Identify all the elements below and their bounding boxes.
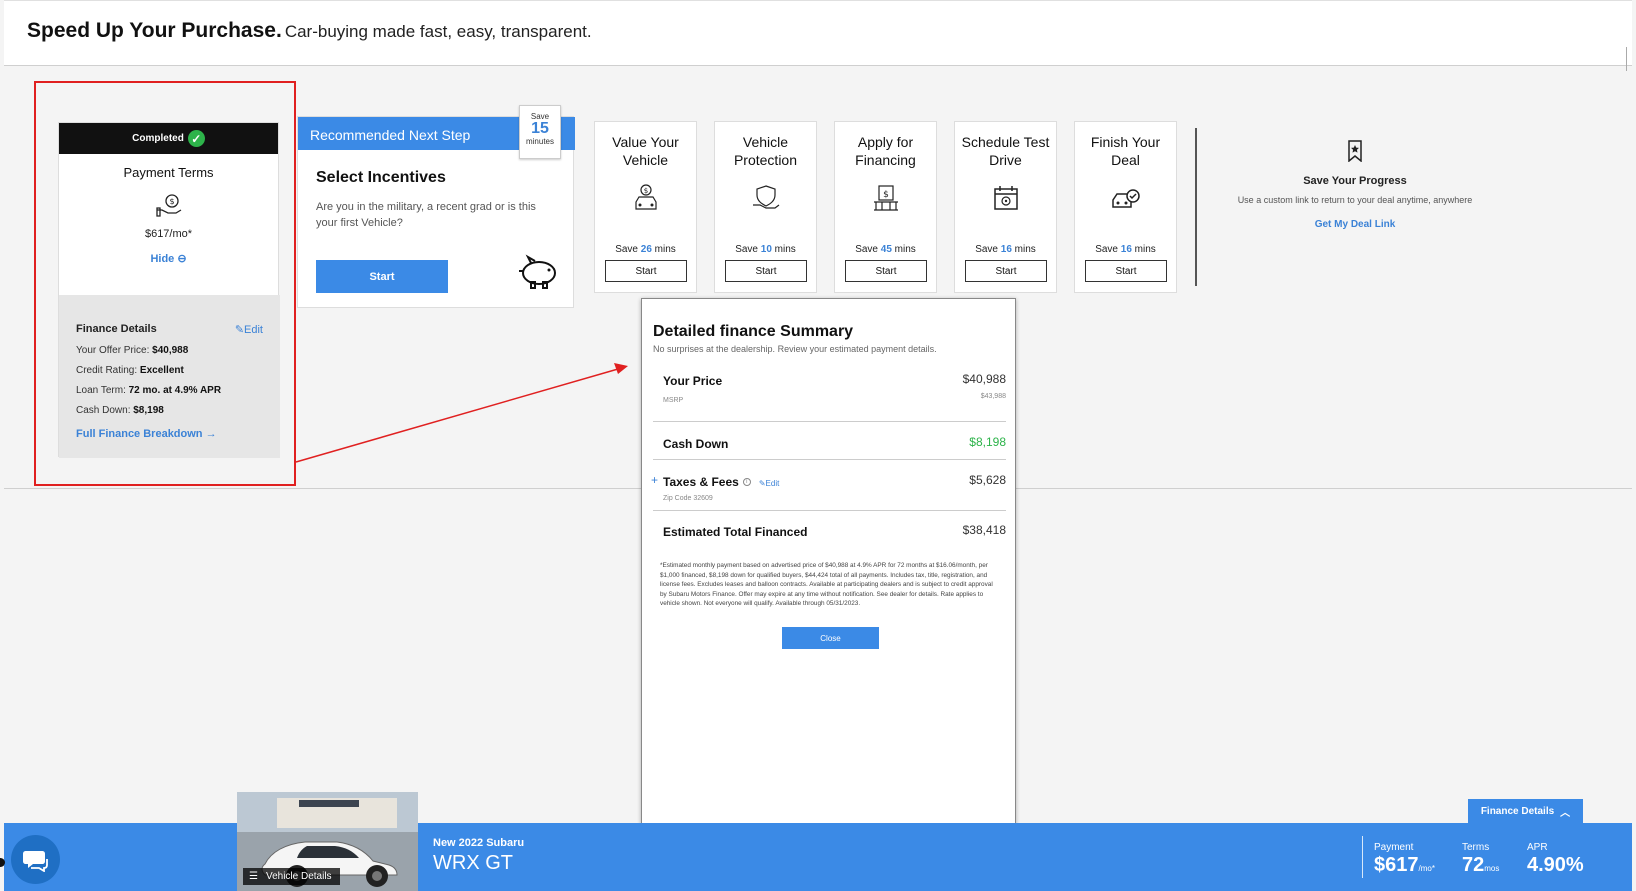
price-label: Your Price	[663, 374, 723, 388]
step-title: Vehicle Protection	[733, 134, 798, 168]
disclaimer-text: *Estimated monthly payment based on adve…	[660, 562, 993, 608]
cash-down-label: Cash Down	[663, 437, 729, 451]
bookmark-star-icon	[1348, 140, 1362, 163]
scrollbar[interactable]	[1626, 47, 1632, 71]
step-save-time: Save 10 mins	[735, 244, 796, 255]
msrp-label: MSRP	[663, 397, 684, 404]
page-title: Speed Up Your Purchase. Car-buying made f…	[27, 19, 592, 42]
chevron-up-icon: ︿	[1560, 807, 1571, 819]
price-row: Your Price $40,988 MSRP $43,988	[653, 372, 1006, 422]
payment-value: $617/mo*	[1374, 854, 1435, 876]
svg-text:$: $	[643, 187, 647, 195]
calendar-icon	[993, 186, 1018, 210]
taxes-label: Taxes & Fees	[663, 475, 739, 489]
finance-details-tab[interactable]: Finance Details ︿	[1468, 799, 1583, 823]
chat-button[interactable]	[11, 835, 60, 884]
annotation-highlight-box	[34, 81, 296, 486]
save-time-badge: Save 15 minutes	[519, 105, 561, 159]
page-tagline: Car-buying made fast, easy, transparent.	[284, 22, 592, 41]
plus-icon[interactable]: +	[651, 473, 658, 487]
save-progress-title: Save Your Progress	[1303, 175, 1407, 187]
taxes-value: $5,628	[969, 473, 1006, 487]
apply-financing-start-button[interactable]: Start	[845, 260, 927, 282]
step-card-apply-financing: Apply for Financing $ Save 45 mins Start	[834, 121, 937, 293]
step-save-time: Save 16 mins	[975, 244, 1036, 255]
apr-stat: APR 4.90%	[1527, 842, 1584, 877]
bottom-bar-separator	[1362, 836, 1363, 878]
taxes-edit-link[interactable]: ✎Edit	[759, 479, 780, 488]
page-header: Speed Up Your Purchase. Car-buying made f…	[4, 0, 1632, 71]
save-progress-section: Save Your Progress Use a custom link to …	[1200, 140, 1510, 230]
terms-value: 72mos	[1462, 854, 1500, 876]
vehicle-protection-start-button[interactable]: Start	[725, 260, 807, 282]
svg-text:$: $	[883, 190, 889, 200]
step-card-value-vehicle: Value Your Vehicle $ Save 26 mins Start	[594, 121, 697, 293]
vehicle-details-label: Vehicle Details	[265, 871, 332, 882]
chat-bubble-icon	[22, 850, 48, 872]
step-save-time: Save 26 mins	[615, 244, 676, 255]
modal-title: Detailed finance Summary	[653, 323, 854, 340]
finance-details-tab-label: Finance Details	[1480, 805, 1555, 817]
apr-value: 4.90%	[1527, 854, 1584, 876]
step-save-time: Save 45 mins	[855, 244, 916, 255]
price-value: $40,988	[962, 372, 1006, 386]
vertical-separator	[1195, 128, 1197, 286]
vehicle-thumbnail[interactable]: ☰ Vehicle Details	[237, 792, 418, 891]
incentives-start-button[interactable]: Start	[316, 260, 448, 293]
info-icon[interactable]: i	[742, 477, 751, 486]
get-deal-link[interactable]: Get My Deal Link	[1200, 219, 1510, 230]
finance-summary-modal: Detailed finance Summary No surprises at…	[641, 298, 1016, 850]
save-progress-text: Use a custom link to return to your deal…	[1237, 195, 1473, 205]
piggy-bank-icon	[519, 254, 556, 289]
car-value-icon: $	[634, 184, 657, 210]
cash-down-value: $8,198	[969, 435, 1006, 449]
terms-label: Terms	[1462, 842, 1490, 853]
payment-stat: Payment $617/mo*	[1374, 842, 1435, 877]
step-title: Schedule Test Drive	[961, 134, 1050, 168]
step-card-finish-deal: Finish Your Deal Save 16 mins Start	[1074, 121, 1177, 293]
step-save-time: Save 16 mins	[1095, 244, 1156, 255]
bank-icon: $	[873, 185, 898, 211]
msrp-value: $43,988	[980, 393, 1006, 400]
recommended-step-card: Recommended Next Step Save 15 minutes Se…	[297, 105, 575, 308]
car-check-icon	[1111, 189, 1140, 208]
step-card-test-drive: Schedule Test Drive Save 16 mins Start	[954, 121, 1057, 293]
taxes-fees-row: + Taxes & Fees i ✎Edit $5,628 Zip Code 326…	[651, 460, 1006, 511]
total-value: $38,418	[962, 523, 1006, 537]
recommended-description: Are you in the military, a recent grad o…	[316, 201, 536, 229]
step-title: Apply for Financing	[855, 134, 916, 168]
vehicle-subtitle: New 2022 Subaru	[433, 837, 525, 849]
hand-shield-icon	[752, 185, 779, 209]
recommended-title: Select Incentives	[316, 169, 446, 186]
total-financed-row: Estimated Total Financed $38,418	[653, 511, 1006, 547]
total-label: Estimated Total Financed	[663, 525, 808, 539]
step-title: Value Your Vehicle	[612, 134, 679, 168]
finish-deal-start-button[interactable]: Start	[1085, 260, 1167, 282]
step-title: Finish Your Deal	[1090, 134, 1161, 168]
modal-subtitle: No surprises at the dealership. Review y…	[653, 344, 937, 354]
cash-down-row: Cash Down $8,198	[653, 422, 1006, 460]
modal-close-button[interactable]: Close	[782, 627, 879, 649]
apr-label: APR	[1527, 842, 1548, 853]
vehicle-details-button[interactable]: ☰ Vehicle Details	[243, 868, 340, 885]
payment-label: Payment	[1374, 842, 1414, 853]
zip-code: Zip Code 32609	[663, 495, 713, 502]
test-drive-start-button[interactable]: Start	[965, 260, 1047, 282]
value-vehicle-start-button[interactable]: Start	[605, 260, 687, 282]
list-icon: ☰	[249, 871, 258, 882]
vehicle-name: WRX GT	[433, 852, 513, 874]
terms-stat: Terms 72mos	[1462, 842, 1499, 877]
step-card-vehicle-protection: Vehicle Protection Save 10 mins Start	[714, 121, 817, 293]
